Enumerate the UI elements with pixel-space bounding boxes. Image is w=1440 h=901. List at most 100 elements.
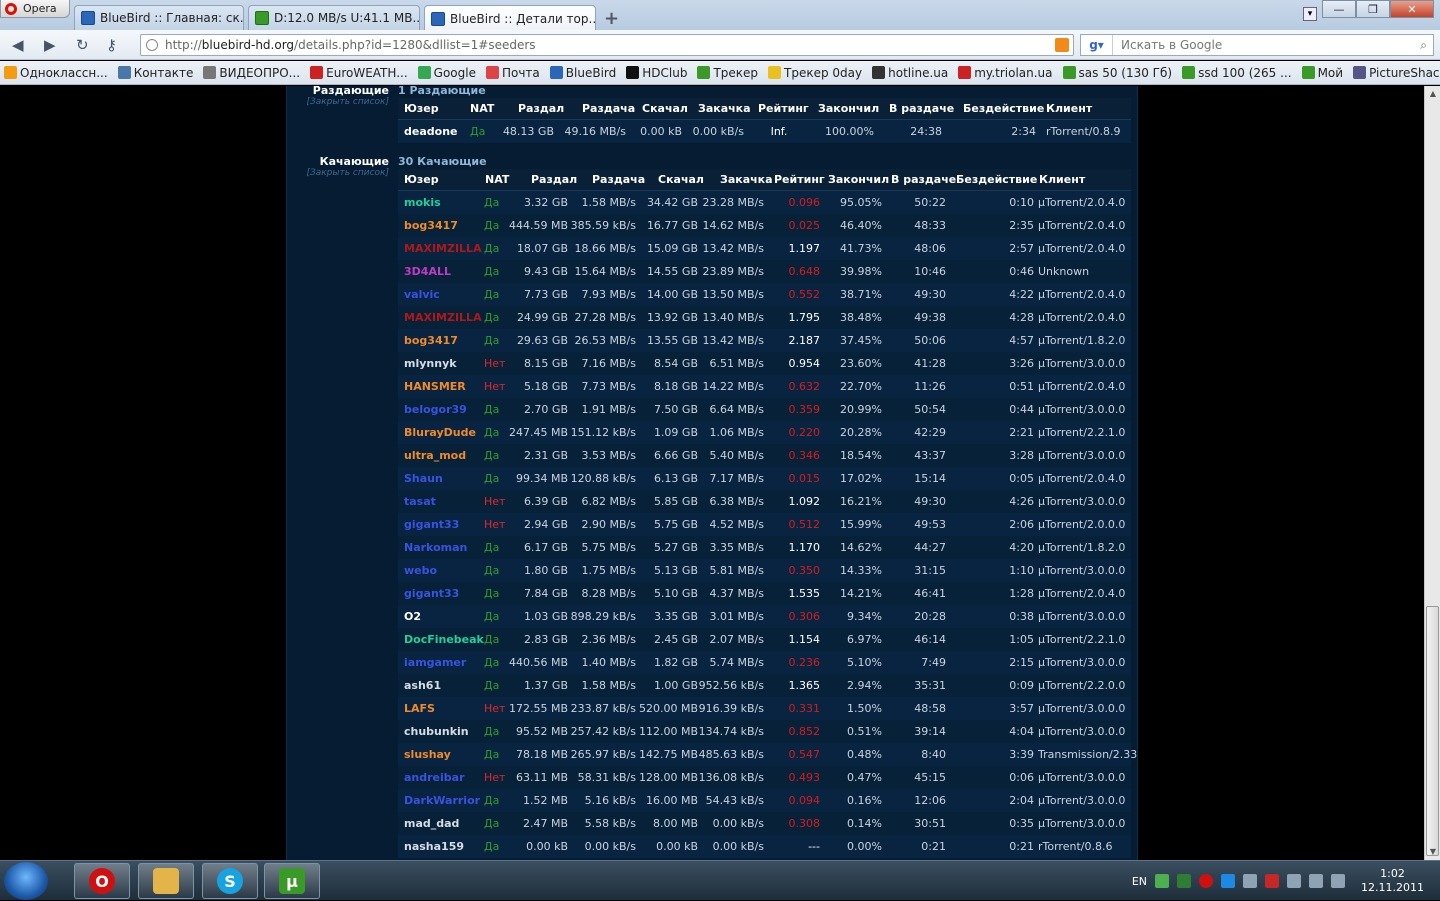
user-link[interactable]: andreibar [404, 766, 484, 789]
header-done[interactable]: Закончил [818, 98, 879, 120]
user-link[interactable]: mokis [404, 191, 484, 214]
minimize-icon[interactable]: — [1322, 0, 1356, 18]
bookmark-item[interactable]: Одноклассн... [4, 66, 108, 80]
bookmark-item[interactable]: EuroWEATH... [310, 66, 408, 80]
new-tab-icon[interactable]: + [604, 8, 619, 29]
back-icon[interactable]: ◀ [12, 36, 24, 54]
user-link[interactable]: mlynnyk [404, 352, 484, 375]
bluetooth-icon[interactable] [1221, 874, 1236, 888]
header-done[interactable]: Закончил [828, 169, 889, 191]
network-icon[interactable] [1155, 874, 1170, 888]
taskbar-opera[interactable]: O [74, 863, 130, 899]
language-indicator[interactable]: EN [1132, 875, 1147, 888]
volume-icon[interactable] [1331, 874, 1346, 888]
header-idle[interactable]: Бездействие [956, 169, 1037, 191]
user-link[interactable]: webo [404, 559, 484, 582]
bookmark-item[interactable]: Контакте [117, 66, 193, 80]
bookmark-item[interactable]: Трекер 0day [768, 66, 862, 80]
user-link[interactable]: BlurayDude [404, 421, 484, 444]
user-link[interactable]: ash61 [404, 674, 484, 697]
header-rating[interactable]: Рейтинг [758, 98, 809, 120]
tab-menu-icon[interactable]: ▾ [1303, 7, 1317, 21]
user-link[interactable]: mad_dad [404, 812, 484, 835]
user-link[interactable]: chubunkin [404, 720, 484, 743]
close-window-icon[interactable]: ✕ [1390, 0, 1434, 18]
header-up-rate[interactable]: Раздача [582, 98, 635, 120]
seeders-close-link[interactable]: [Закрыть список] [287, 97, 389, 107]
header-up[interactable]: Раздал [518, 98, 564, 120]
bookmark-item[interactable]: Google [417, 66, 476, 80]
user-link[interactable]: MAXIMZILLA [404, 237, 484, 260]
taskbar-skype[interactable]: S [202, 863, 258, 899]
header-user[interactable]: Юзер [404, 98, 439, 120]
search-box[interactable]: g▾ Искать в Google ⌕ [1080, 34, 1434, 56]
scroll-down-icon[interactable]: ▼ [1425, 844, 1440, 860]
scroll-thumb[interactable] [1426, 606, 1439, 856]
user-link[interactable]: bog3417 [404, 214, 484, 237]
user-link[interactable]: belogor39 [404, 398, 484, 421]
user-link[interactable]: bog3417 [404, 329, 484, 352]
header-up-rate[interactable]: Раздача [592, 169, 645, 191]
header-down-rate[interactable]: Закачка [720, 169, 773, 191]
bookmark-item[interactable]: ssd 100 (265 ... [1182, 66, 1292, 80]
user-link[interactable]: LAFS [404, 697, 484, 720]
bookmark-item[interactable]: BlueBird [549, 66, 616, 80]
header-up[interactable]: Раздал [531, 169, 577, 191]
user-link[interactable]: nasha159 [404, 835, 484, 858]
bookmark-item[interactable]: sas 50 (130 Гб) [1062, 66, 1172, 80]
user-link[interactable]: tasat [404, 490, 484, 513]
tab-utorrent[interactable]: D:12.0 MB/s U:41.1 MB... ✕ [248, 5, 420, 30]
user-link[interactable]: 3D4ALL [404, 260, 484, 283]
opera-menu-button[interactable]: Opera [0, 0, 70, 18]
bookmark-item[interactable]: ВИДЕОПРО... [203, 66, 300, 80]
bookmark-item[interactable]: Трекер [697, 66, 758, 80]
user-link[interactable]: HANSMER [404, 375, 484, 398]
user-link[interactable]: Narkoman [404, 536, 484, 559]
opera-tray-icon[interactable] [1199, 874, 1214, 888]
bookmark-item[interactable]: Почта [485, 66, 540, 80]
forward-icon[interactable]: ▶ [44, 36, 56, 54]
user-link[interactable]: iamgamer [404, 651, 484, 674]
header-user[interactable]: Юзер [404, 169, 439, 191]
rss-icon[interactable] [1055, 38, 1069, 52]
bookmark-item[interactable]: Мой [1301, 66, 1343, 80]
user-link[interactable]: ultra_mod [404, 444, 484, 467]
user-link[interactable]: O2 [404, 605, 484, 628]
page-scrollbar[interactable]: ▲ ▼ [1424, 86, 1440, 860]
bookmark-item[interactable]: PictureShack [1353, 66, 1440, 80]
header-client[interactable]: Клиент [1046, 98, 1092, 120]
taskbar-explorer[interactable] [138, 863, 194, 899]
user-link[interactable]: gigant33 [404, 582, 484, 605]
clock[interactable]: 1:02 12.11.2011 [1361, 867, 1424, 895]
user-link[interactable]: DarkWarrior [404, 789, 484, 812]
bookmark-item[interactable]: hotline.ua [872, 66, 948, 80]
key-icon[interactable]: ⚷ [106, 36, 117, 54]
start-button[interactable] [4, 862, 48, 900]
google-icon[interactable]: g▾ [1081, 35, 1113, 55]
tray-alert-icon[interactable] [1265, 874, 1280, 888]
bookmark-item[interactable]: my.triolan.ua [958, 66, 1053, 80]
search-icon[interactable]: ⌕ [1420, 38, 1427, 53]
header-nat[interactable]: NAT [470, 98, 494, 120]
user-link[interactable]: MAXIMZILLA [404, 306, 484, 329]
user-link[interactable]: DocFinebeak [404, 628, 484, 651]
header-down[interactable]: Скачал [658, 169, 704, 191]
tray-flag-icon[interactable] [1287, 874, 1302, 888]
monitor-icon[interactable] [1309, 874, 1324, 888]
leechers-close-link[interactable]: [Закрыть список] [287, 168, 389, 178]
tab-bluebird-details[interactable]: BlueBird :: Детали тор... ✕ [424, 5, 596, 31]
utorrent-tray-icon[interactable] [1177, 874, 1192, 888]
user-link[interactable]: gigant33 [404, 513, 484, 536]
maximize-icon[interactable]: ❐ [1356, 0, 1390, 18]
header-seeding[interactable]: В раздаче [889, 98, 954, 120]
header-seeding[interactable]: В раздаче [891, 169, 956, 191]
header-down-rate[interactable]: Закачка [698, 98, 751, 120]
header-client[interactable]: Клиент [1039, 169, 1085, 191]
user-link[interactable]: slushay [404, 743, 484, 766]
scroll-up-icon[interactable]: ▲ [1425, 86, 1440, 102]
address-bar[interactable]: http://bluebird-hd.org/details.php?id=12… [140, 34, 1074, 56]
tray-app-icon[interactable] [1243, 874, 1258, 888]
tab-bluebird-main[interactable]: BlueBird :: Главная: ск... ✕ [74, 5, 244, 30]
user-link[interactable]: Shaun [404, 467, 484, 490]
bookmark-item[interactable]: HDClub [626, 66, 687, 80]
